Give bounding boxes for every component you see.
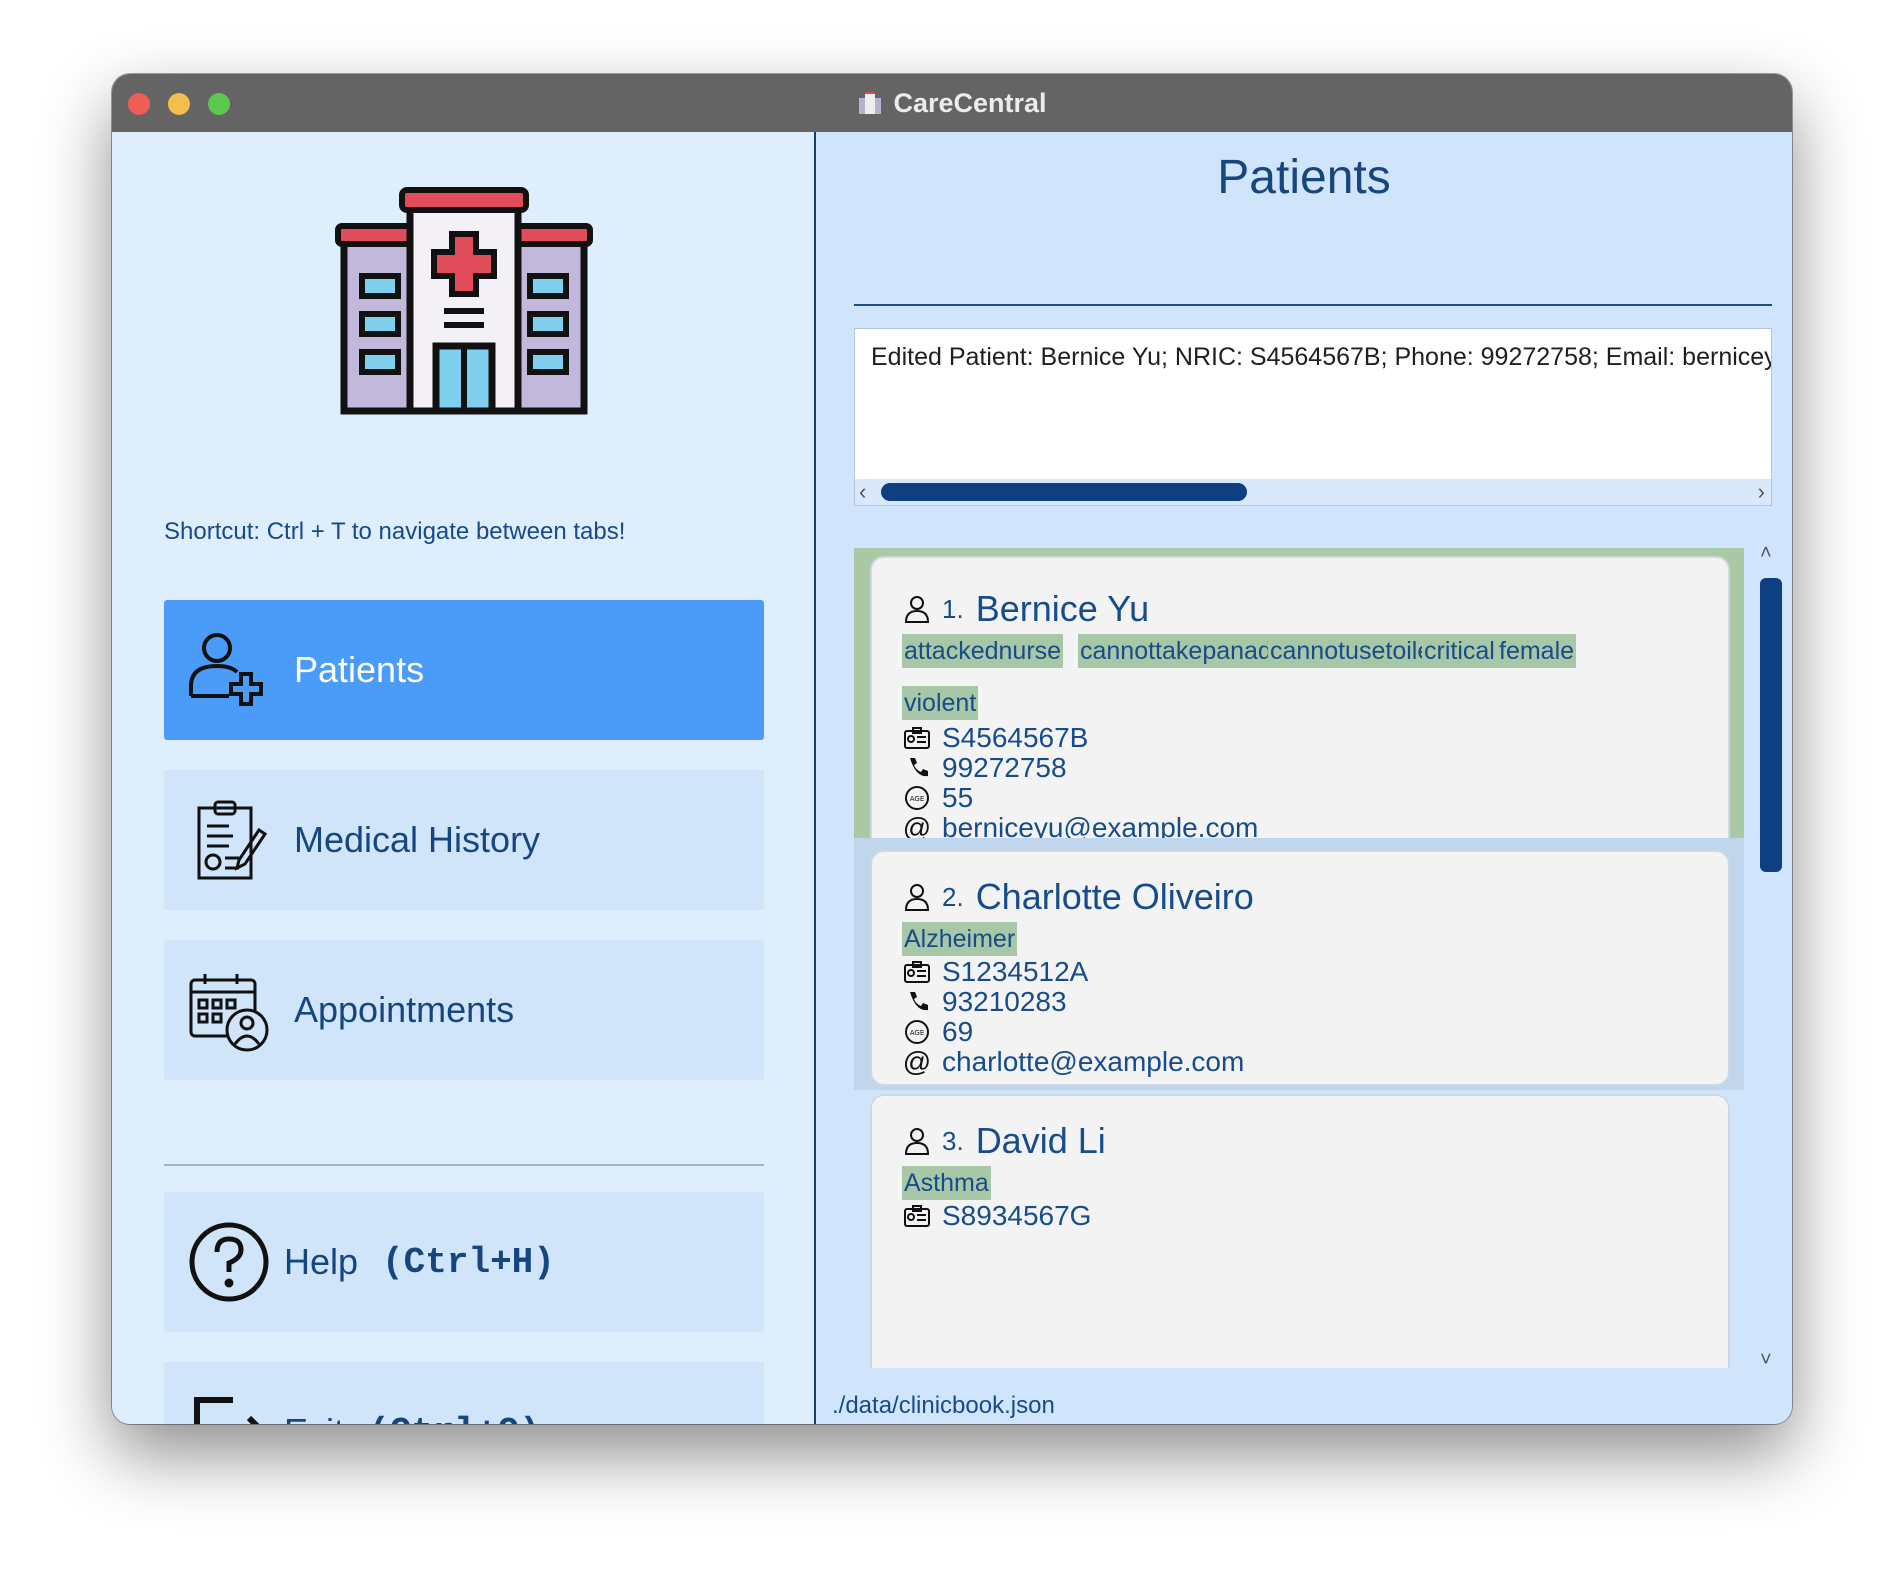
nav-appointments[interactable]: Appointments xyxy=(164,940,764,1080)
patient-list[interactable]: 1. Bernice Yu attackednurse cannottakepa… xyxy=(854,548,1744,1368)
patient-age: 55 xyxy=(942,782,974,813)
exit-shortcut: (Ctrl+Q) xyxy=(368,1412,541,1425)
result-text: Edited Patient: Bernice Yu; NRIC: S45645… xyxy=(871,343,1772,371)
window-title-text: CareCentral xyxy=(893,87,1047,118)
age-icon: AGE xyxy=(902,1017,932,1047)
list-item[interactable]: 3. David Li Asthma S8934567G xyxy=(854,1090,1744,1368)
vertical-scrollbar[interactable]: ˄ ˅ xyxy=(1754,542,1784,1371)
list-item[interactable]: 2. Charlotte Oliveiro Alzheimer S1234512… xyxy=(854,838,1744,1090)
phone-icon xyxy=(902,753,932,783)
tag: female xyxy=(1497,634,1577,668)
tag: cannotusetoilet xyxy=(1268,634,1441,668)
nav-patients-label: Patients xyxy=(294,649,425,690)
calendar-doctor-icon xyxy=(184,965,274,1055)
person-icon xyxy=(902,594,932,624)
horizontal-scroll-thumb[interactable] xyxy=(881,483,1247,501)
patient-name: Charlotte Oliveiro xyxy=(975,876,1254,917)
result-display[interactable]: Edited Patient: Bernice Yu; NRIC: S45645… xyxy=(854,328,1772,506)
person-icon xyxy=(902,1126,932,1156)
id-card-icon xyxy=(902,723,932,753)
exit-icon xyxy=(184,1387,274,1424)
exit-label: Exit xyxy=(284,1411,344,1424)
clipboard-icon xyxy=(184,795,274,885)
help-shortcut: (Ctrl+H) xyxy=(382,1241,555,1283)
patient-nric: S4564567B xyxy=(942,722,1089,753)
patient-index: 3. xyxy=(942,1125,964,1156)
patient-phone: 99272758 xyxy=(942,752,1067,783)
scroll-down-icon[interactable]: ˅ xyxy=(1760,1349,1772,1372)
id-card-icon xyxy=(902,957,932,987)
page-title: Patients xyxy=(1217,151,1391,204)
nav-patients[interactable]: Patients xyxy=(164,600,764,740)
patient-index: 1. xyxy=(942,593,964,624)
patient-nric: S1234512A xyxy=(942,956,1089,987)
sidebar: Shortcut: Ctrl + T to navigate between t… xyxy=(112,132,816,1424)
patient-card[interactable]: 3. David Li Asthma S8934567G xyxy=(870,1094,1730,1368)
add-user-icon xyxy=(184,625,274,715)
sidebar-divider xyxy=(164,1164,764,1166)
patient-name: Bernice Yu xyxy=(975,588,1150,629)
patient-nric: S8934567G xyxy=(942,1200,1092,1231)
age-icon: AGE xyxy=(902,783,932,813)
help-button[interactable]: Help (Ctrl+H) xyxy=(164,1192,764,1332)
tag: critical xyxy=(1422,634,1497,668)
main-panel: Patients Edited Patient: Bernice Yu; NRI… xyxy=(816,132,1792,1424)
horizontal-scrollbar[interactable]: ‹ › xyxy=(855,479,1771,505)
patient-phone: 93210283 xyxy=(942,986,1067,1017)
scroll-left-icon[interactable]: ‹ xyxy=(859,479,866,505)
email-icon: @ xyxy=(902,1046,932,1077)
patient-card[interactable]: 2. Charlotte Oliveiro Alzheimer S1234512… xyxy=(870,850,1730,1086)
id-card-icon xyxy=(902,1201,932,1231)
scroll-right-icon[interactable]: › xyxy=(1758,479,1765,505)
help-label: Help xyxy=(284,1241,359,1282)
status-bar-path: ./data/clinicbook.json xyxy=(832,1392,1055,1419)
svg-text:AGE: AGE xyxy=(910,795,925,803)
vertical-scroll-thumb[interactable] xyxy=(1760,578,1782,872)
window-title: CareCentral xyxy=(112,74,1792,132)
exit-button[interactable]: Exit (Ctrl+Q) xyxy=(164,1362,764,1424)
shortcut-hint: Shortcut: Ctrl + T to navigate between t… xyxy=(164,518,626,545)
app-window: CareCentral Shortcut: Ctrl + T to naviga… xyxy=(112,74,1792,1424)
nav-medical-history[interactable]: Medical History xyxy=(164,770,764,910)
title-bar: CareCentral xyxy=(112,74,1792,132)
command-input[interactable] xyxy=(854,242,1772,306)
patient-name: David Li xyxy=(975,1120,1106,1161)
patient-age: 69 xyxy=(942,1016,974,1047)
phone-icon xyxy=(902,987,932,1017)
tag: violent xyxy=(902,686,979,720)
tag: Alzheimer xyxy=(902,922,1018,956)
tag: Asthma xyxy=(902,1166,991,1200)
nav-medical-history-label: Medical History xyxy=(294,819,541,860)
tag: attackednurse xyxy=(902,634,1064,668)
patient-email: charlotte@example.com xyxy=(942,1046,1245,1077)
scroll-up-icon[interactable]: ˄ xyxy=(1760,542,1772,565)
person-icon xyxy=(902,882,932,912)
nav-appointments-label: Appointments xyxy=(294,989,515,1030)
svg-text:AGE: AGE xyxy=(910,1029,925,1037)
patient-index: 2. xyxy=(942,881,964,912)
hospital-app-icon xyxy=(859,92,882,114)
help-icon xyxy=(184,1217,274,1307)
tag: cannottakepanadol xyxy=(1078,634,1294,668)
hospital-logo-icon xyxy=(335,187,593,415)
